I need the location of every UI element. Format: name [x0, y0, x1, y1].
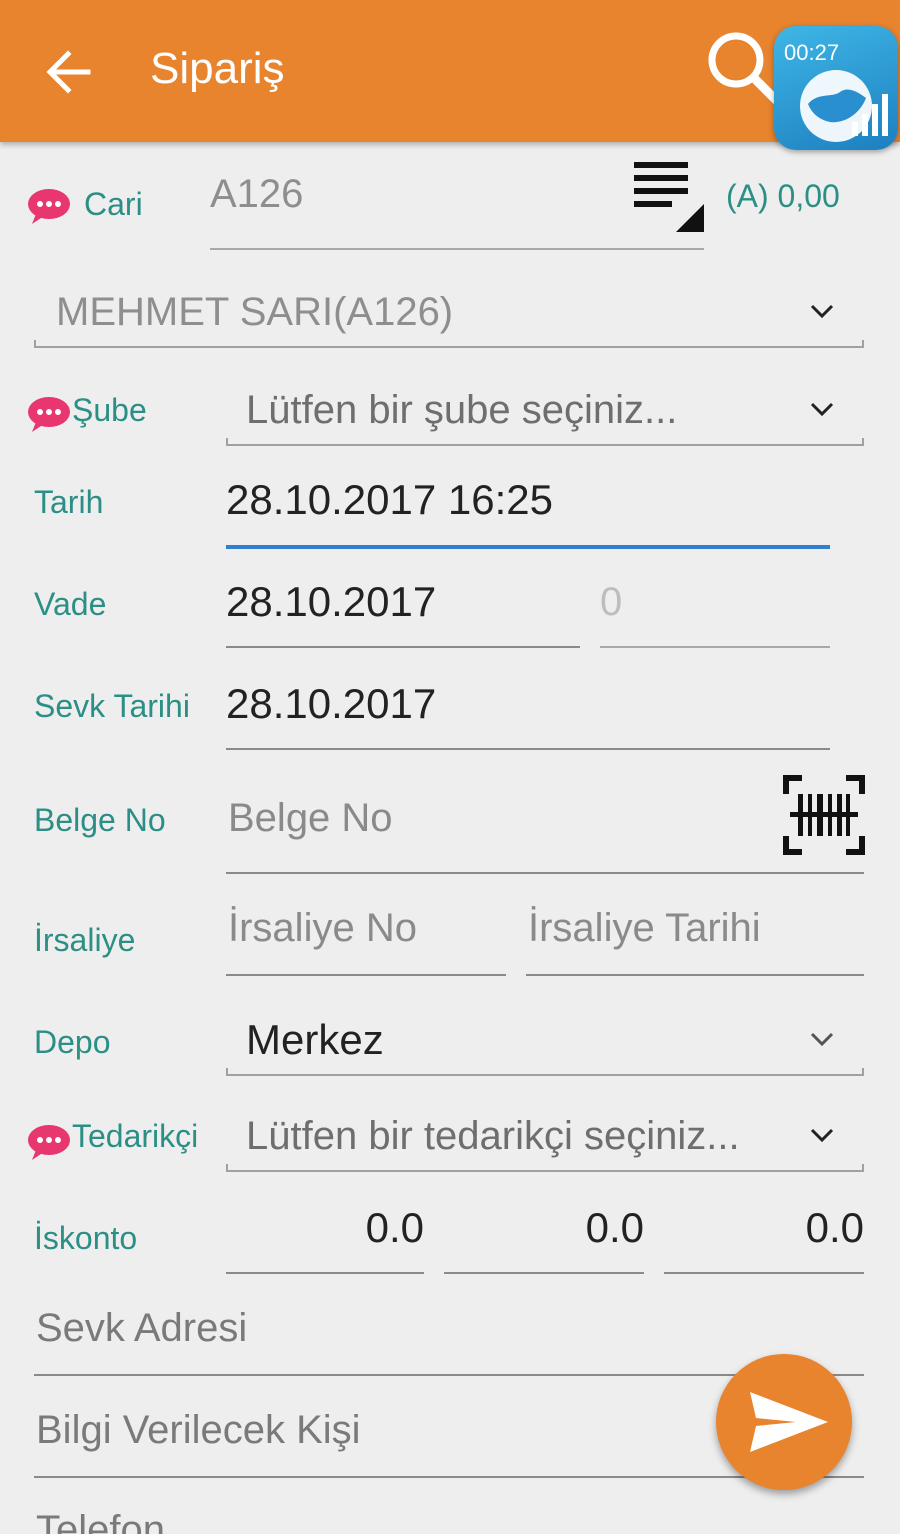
belge-no-underline — [226, 872, 864, 874]
chevron-down-icon[interactable] — [808, 302, 836, 320]
cari-list-button[interactable] — [630, 160, 708, 234]
belge-label: Belge No — [34, 802, 166, 838]
spinner-tick — [862, 1068, 864, 1076]
sevk-tarihi-label: Sevk Tarihi — [34, 688, 190, 724]
sevk-tarihi-field[interactable]: 28.10.2017 — [226, 680, 436, 728]
barcode-scan-icon — [783, 775, 865, 855]
iskonto-underline-3 — [664, 1272, 864, 1274]
irsaliye-date-field[interactable]: İrsaliye Tarihi — [528, 906, 761, 951]
spinner-tick — [862, 340, 864, 348]
depo-select-underline — [226, 1074, 864, 1076]
barcode-scan-button[interactable] — [782, 774, 866, 856]
chevron-down-icon[interactable] — [808, 1030, 836, 1048]
irsaliye-no-field[interactable]: İrsaliye No — [228, 906, 417, 951]
sevk-adresi-field[interactable]: Sevk Adresi — [36, 1306, 247, 1351]
page-title: Sipariş — [150, 44, 285, 93]
vade-label: Vade — [34, 586, 107, 622]
note-bubble-icon[interactable] — [26, 186, 72, 226]
chevron-down-icon[interactable] — [808, 400, 836, 418]
send-icon — [750, 1392, 828, 1452]
spinner-tick — [862, 438, 864, 446]
vade-date-underline — [226, 646, 580, 648]
spinner-tick — [226, 1068, 228, 1076]
irsaliye-label: İrsaliye — [34, 922, 136, 958]
belge-no-field[interactable]: Belge No — [228, 796, 393, 841]
iskonto-label: İskonto — [34, 1220, 138, 1256]
depo-select[interactable]: Merkez — [246, 1016, 384, 1064]
iskonto-field-3[interactable]: 0.0 — [664, 1204, 864, 1252]
send-button[interactable] — [716, 1354, 852, 1490]
iskonto-field-2[interactable]: 0.0 — [444, 1204, 644, 1252]
note-bubble-icon[interactable] — [26, 394, 72, 434]
tedarikci-label: Tedarikçi — [72, 1118, 199, 1154]
sube-select-underline — [226, 444, 864, 446]
spinner-tick — [862, 1164, 864, 1172]
sube-label: Şube — [72, 392, 147, 428]
irsaliye-date-underline — [526, 974, 864, 976]
iskonto-field-1[interactable]: 0.0 — [226, 1204, 424, 1252]
tarih-underline — [226, 545, 830, 549]
spinner-tick — [226, 1164, 228, 1172]
overlay-widget[interactable]: 00:27 — [774, 26, 898, 150]
cari-balance: (A) 0,00 — [726, 178, 840, 214]
tarih-field[interactable]: 28.10.2017 16:25 — [226, 476, 553, 524]
irsaliye-no-underline — [226, 974, 506, 976]
telefon-field[interactable]: Telefon — [36, 1508, 165, 1534]
customer-select[interactable]: MEHMET SARI(A126) — [56, 290, 453, 335]
chevron-down-icon[interactable] — [808, 1126, 836, 1144]
spinner-tick — [226, 438, 228, 446]
globe-chart-icon — [800, 70, 888, 142]
vade-days-field[interactable]: 0 — [600, 580, 622, 625]
iskonto-underline-1 — [226, 1272, 424, 1274]
arrow-left-icon — [46, 50, 91, 94]
spinner-tick — [34, 340, 36, 348]
back-button[interactable] — [40, 44, 96, 100]
note-bubble-icon[interactable] — [26, 1122, 72, 1162]
cari-code-field[interactable]: A126 — [210, 172, 303, 217]
list-select-icon — [634, 162, 704, 232]
sube-select[interactable]: Lütfen bir şube seçiniz... — [246, 388, 677, 433]
tedarikci-select[interactable]: Lütfen bir tedarikçi seçiniz... — [246, 1114, 806, 1159]
depo-label: Depo — [34, 1024, 111, 1060]
vade-days-underline — [600, 646, 830, 648]
cari-code-underline — [210, 248, 704, 250]
bilgi-verilecek-kisi-field[interactable]: Bilgi Verilecek Kişi — [36, 1408, 361, 1453]
customer-select-underline — [34, 346, 864, 348]
iskonto-underline-2 — [444, 1272, 644, 1274]
cari-label: Cari — [84, 186, 143, 222]
vade-date-field[interactable]: 28.10.2017 — [226, 578, 436, 626]
tarih-label: Tarih — [34, 484, 104, 520]
app-bar: Sipariş — [0, 0, 900, 142]
tedarikci-select-underline — [226, 1170, 864, 1172]
sevk-tarihi-underline — [226, 748, 830, 750]
